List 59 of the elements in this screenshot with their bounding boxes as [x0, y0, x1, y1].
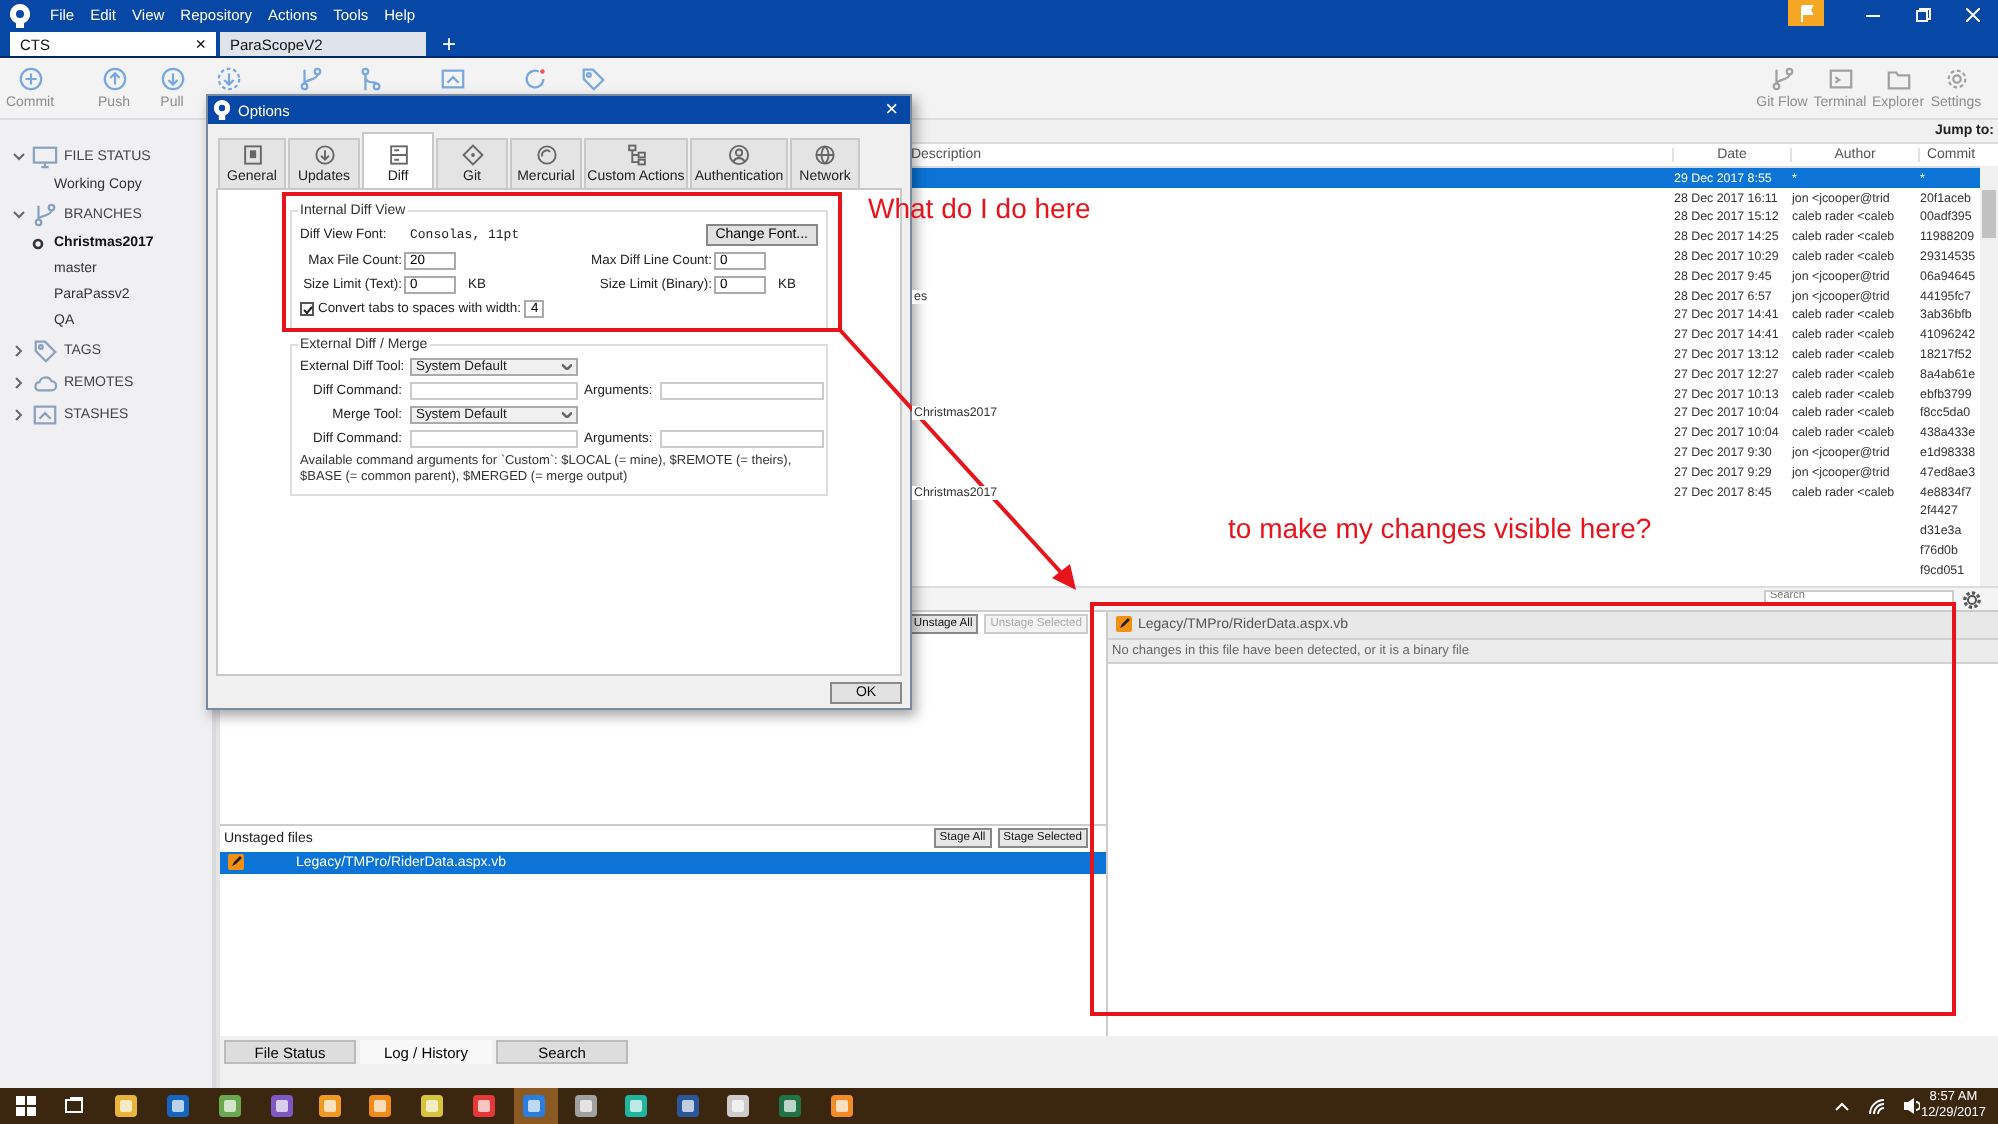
settings-icon[interactable]	[1962, 589, 1982, 610]
annotation-text: to make my changes visible here?	[1228, 512, 1652, 544]
app-icon[interactable]	[726, 1094, 750, 1119]
task-view-icon[interactable]	[64, 1096, 84, 1117]
input-field[interactable]	[660, 382, 825, 400]
restore-icon	[1915, 7, 1931, 23]
close-tab-button[interactable]: ×	[195, 34, 206, 54]
app-icon[interactable]	[830, 1094, 854, 1119]
current-branch-icon	[31, 237, 43, 250]
close-button[interactable]: ×	[885, 98, 898, 122]
app-icon[interactable]	[318, 1094, 342, 1119]
tag-icon	[32, 337, 58, 364]
swirl-circle-icon	[535, 144, 557, 166]
input-field[interactable]	[410, 430, 578, 448]
up-arrow-circle-icon	[101, 66, 127, 92]
flag-icon	[1798, 4, 1814, 22]
switch-icon	[241, 144, 263, 166]
checkmark-icon	[301, 303, 313, 315]
app-icon[interactable]	[114, 1094, 138, 1119]
plus-circle-icon	[17, 66, 43, 92]
settings-icon	[1943, 66, 1969, 92]
app-icon[interactable]	[218, 1094, 242, 1119]
stash-box-icon	[32, 401, 58, 428]
split-panel-icon	[387, 144, 409, 166]
input-field[interactable]	[410, 382, 578, 400]
app-icon[interactable]	[676, 1094, 700, 1119]
app-icon[interactable]	[368, 1094, 392, 1119]
terminal-icon	[1827, 66, 1853, 92]
speaker-icon[interactable]	[1901, 1096, 1919, 1117]
app-icon[interactable]	[574, 1094, 598, 1119]
branch-icon	[1769, 66, 1795, 92]
windows-logo-icon[interactable]	[16, 1096, 36, 1117]
modified-file-icon	[1116, 616, 1132, 633]
app-icon[interactable]	[420, 1094, 444, 1119]
minimize-icon	[1866, 9, 1880, 21]
person-circle-icon	[728, 144, 750, 166]
down-arrow-circle-icon	[313, 144, 335, 166]
branch-icon	[32, 201, 58, 228]
modified-file-icon	[228, 854, 244, 871]
caret-icon	[562, 412, 572, 418]
down-arrow-circle-icon	[159, 66, 185, 92]
monitor-icon	[32, 143, 58, 170]
diamond-icon	[461, 144, 483, 166]
folder-icon	[1885, 66, 1911, 92]
new-tab-button[interactable]: +	[442, 32, 457, 56]
network-icon[interactable]	[1867, 1097, 1885, 1116]
tree-diagram-icon	[625, 144, 647, 166]
caret-icon	[562, 364, 572, 370]
input-field[interactable]	[660, 430, 825, 448]
scrollbar[interactable]	[1980, 166, 1998, 586]
app-icon[interactable]	[472, 1094, 496, 1119]
app-icon[interactable]	[270, 1094, 294, 1119]
app-icon[interactable]	[778, 1094, 802, 1119]
app-icon[interactable]	[624, 1094, 648, 1119]
checkbox[interactable]	[300, 302, 314, 316]
globe-icon	[814, 144, 836, 166]
chevron-up-icon[interactable]	[1834, 1098, 1850, 1115]
app-icon[interactable]	[166, 1094, 190, 1119]
close-icon	[1966, 8, 1980, 22]
